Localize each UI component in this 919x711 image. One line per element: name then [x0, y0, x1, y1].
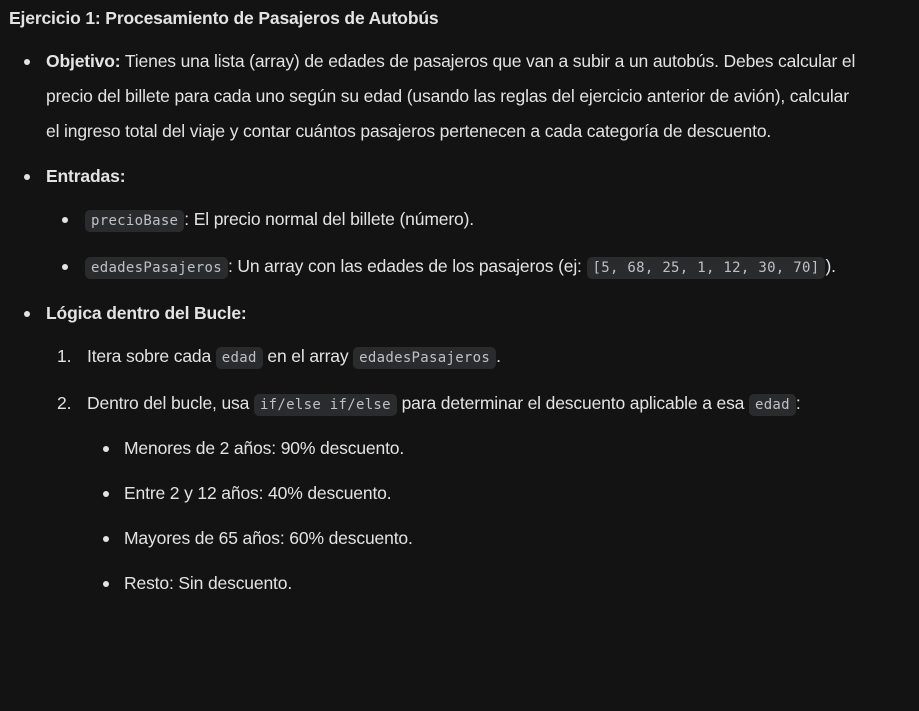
rule-text: Mayores de 65 años: 60% descuento. — [124, 528, 413, 548]
discount-rules-list: Menores de 2 años: 90% descuento. Entre … — [87, 431, 917, 601]
rule-text: Entre 2 y 12 años: 40% descuento. — [124, 483, 392, 503]
step-item-2: 2. Dentro del bucle, usa if/else if/else… — [46, 386, 917, 601]
rule-item: Resto: Sin descuento. — [87, 566, 917, 601]
list-item-precio-base: precioBase: El precio normal del billete… — [46, 202, 915, 239]
entradas-list: precioBase: El precio normal del billete… — [46, 202, 919, 286]
document-page: Ejercicio 1: Procesamiento de Pasajeros … — [0, 0, 919, 711]
rule-text: Resto: Sin descuento. — [124, 573, 293, 593]
code-edades-pasajeros: edadesPasajeros — [85, 257, 228, 279]
list-item-entradas: Entradas: precioBase: El precio normal d… — [9, 159, 919, 286]
code-edades-pasajeros: edadesPasajeros — [353, 347, 497, 369]
bullet-icon — [103, 491, 109, 497]
list-item-edades-pasajeros: edadesPasajeros: Un array con las edades… — [46, 249, 915, 286]
objetivo-text: Tienes una lista (array) de edades de pa… — [46, 51, 856, 141]
step-number: 1. — [57, 346, 72, 366]
list-item-objetivo: Objetivo: Tienes una lista (array) de ed… — [9, 44, 856, 149]
logica-steps: 1. Itera sobre cada edad en el array eda… — [46, 339, 919, 601]
exercise-title: Ejercicio 1: Procesamiento de Pasajeros … — [9, 8, 439, 28]
objetivo-label: Objetivo: — [46, 51, 121, 71]
bullet-icon — [62, 264, 68, 270]
step-text: : — [795, 393, 801, 413]
bullet-icon — [24, 311, 30, 317]
code-edad: edad — [215, 347, 263, 369]
precio-base-text: : El precio normal del billete (número). — [184, 209, 474, 229]
main-list: Objetivo: Tienes una lista (array) de ed… — [9, 44, 919, 601]
edades-pasajeros-text-end: ). — [825, 256, 836, 276]
entradas-label: Entradas: — [46, 166, 126, 186]
logica-label: Lógica dentro del Bucle: — [46, 303, 247, 323]
rule-text: Menores de 2 años: 90% descuento. — [124, 438, 405, 458]
step-number: 2. — [57, 393, 72, 413]
step-text: . — [496, 346, 501, 366]
step-text: en el array — [262, 346, 354, 366]
rule-item: Mayores de 65 años: 60% descuento. — [87, 521, 917, 556]
bullet-icon — [103, 581, 109, 587]
step-item-1: 1. Itera sobre cada edad en el array eda… — [46, 339, 917, 376]
step-text: Itera sobre cada — [87, 346, 216, 366]
code-precio-base: precioBase — [85, 210, 185, 232]
edades-pasajeros-text: : Un array con las edades de los pasajer… — [227, 256, 587, 276]
step-text: Dentro del bucle, usa — [87, 393, 254, 413]
bullet-icon — [24, 174, 30, 180]
code-if-else: if/else if/else — [253, 394, 397, 416]
rule-item: Menores de 2 años: 90% descuento. — [87, 431, 917, 466]
bullet-icon — [62, 217, 68, 223]
code-edad: edad — [748, 394, 796, 416]
step-text: para determinar el descuento aplicable a… — [396, 393, 749, 413]
bullet-icon — [103, 446, 109, 452]
list-item-logica: Lógica dentro del Bucle: 1. Itera sobre … — [9, 296, 919, 601]
rule-item: Entre 2 y 12 años: 40% descuento. — [87, 476, 917, 511]
code-example-array: [5, 68, 25, 1, 12, 30, 70] — [586, 257, 826, 279]
bullet-icon — [103, 536, 109, 542]
bullet-icon — [24, 59, 30, 65]
